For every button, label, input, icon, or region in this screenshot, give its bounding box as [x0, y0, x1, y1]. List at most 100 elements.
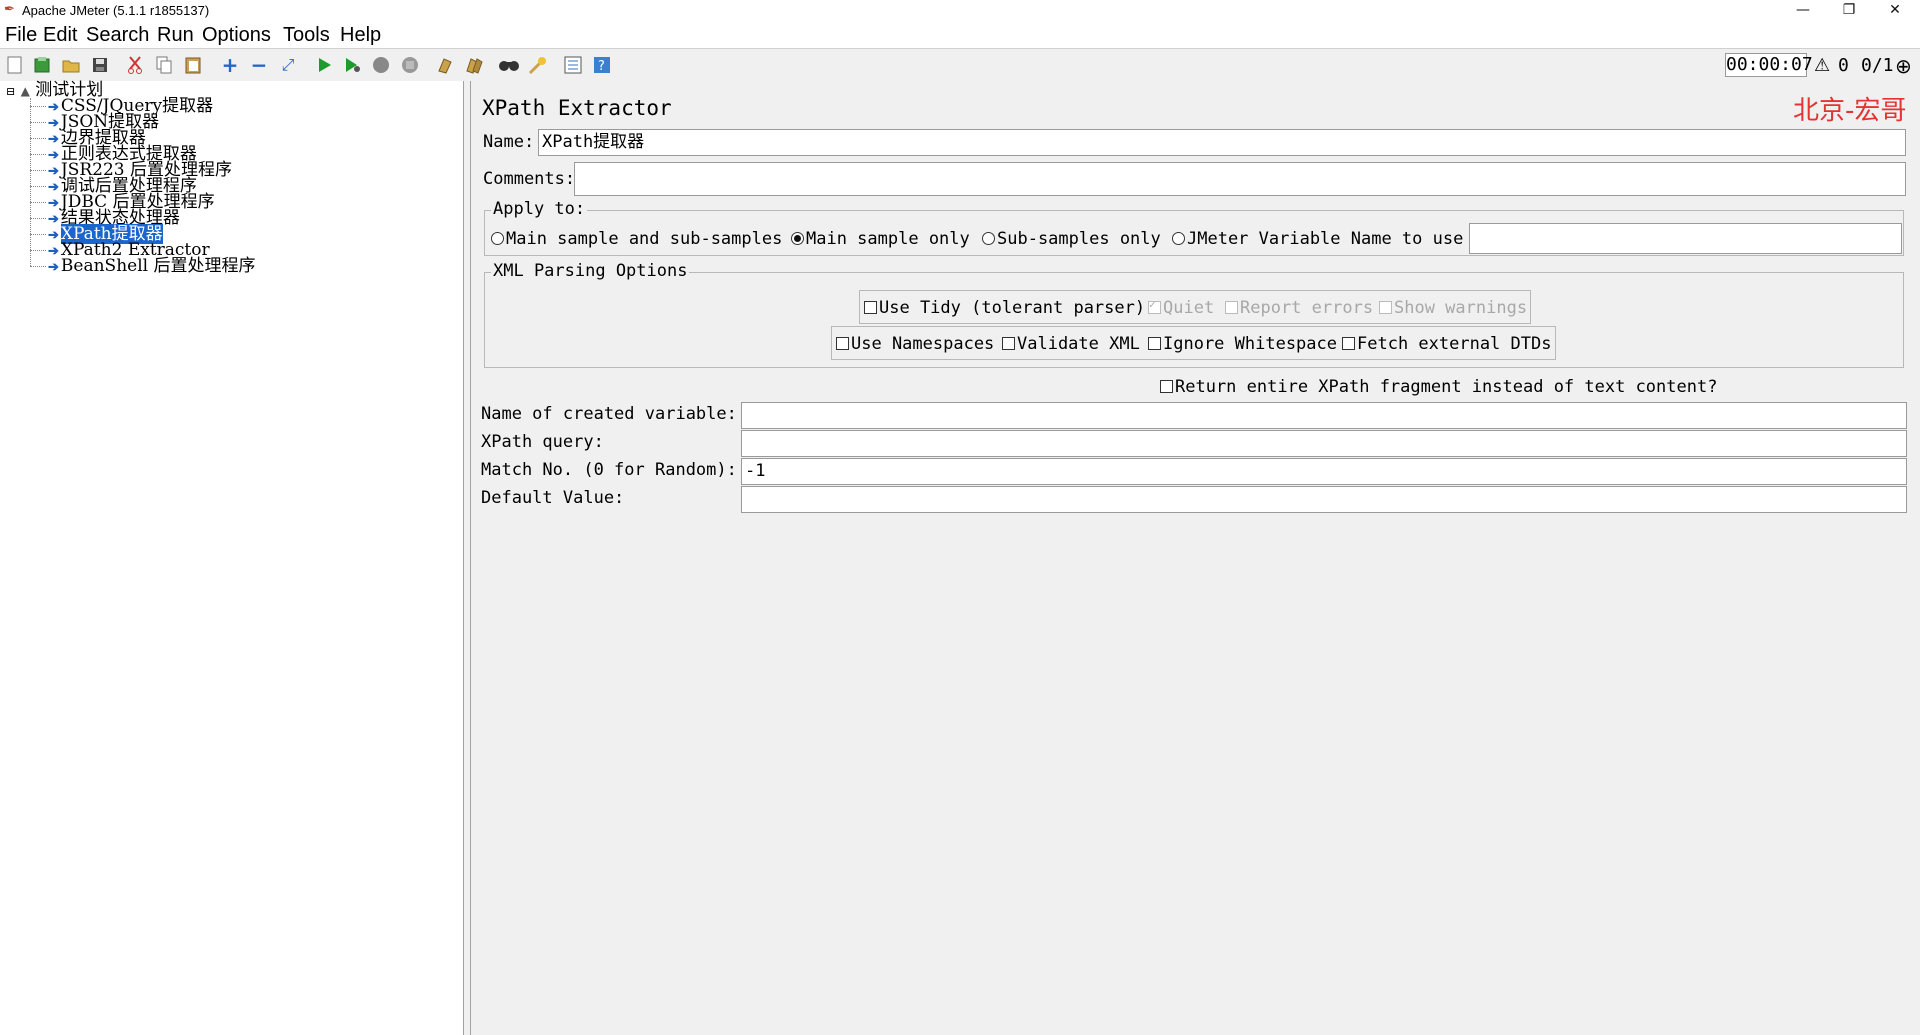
- apply-sub-only-radio[interactable]: Sub-samples only: [982, 229, 1161, 249]
- created-variable-field[interactable]: [741, 402, 1907, 429]
- default-value-field[interactable]: [741, 486, 1907, 513]
- match-no-field[interactable]: -1: [741, 458, 1907, 485]
- return-xpath-fragment-checkbox[interactable]: Return entire XPath fragment instead of …: [1160, 377, 1717, 397]
- cut-icon[interactable]: [124, 54, 146, 76]
- help-icon[interactable]: ?: [591, 54, 613, 76]
- created-variable-label: Name of created variable:: [481, 404, 737, 424]
- post-processor-icon: ➔: [48, 212, 59, 227]
- xml-parsing-legend: XML Parsing Options: [491, 261, 690, 281]
- panel-title: XPath Extractor: [482, 96, 672, 120]
- menu-edit[interactable]: Edit: [43, 24, 77, 47]
- reset-search-icon[interactable]: [527, 54, 549, 76]
- radio-indicator[interactable]: [1172, 232, 1185, 245]
- xpath-query-label: XPath query:: [481, 432, 604, 452]
- start-icon[interactable]: [314, 54, 336, 76]
- apply-jmeter-variable-radio[interactable]: JMeter Variable Name to use: [1172, 229, 1463, 249]
- close-button[interactable]: ✕: [1872, 0, 1918, 22]
- watermark-text: 北京-宏哥: [1793, 96, 1907, 126]
- toggle-icon[interactable]: ⤢: [277, 54, 299, 76]
- post-processor-icon: ➔: [48, 180, 59, 195]
- error-count: 0: [1838, 55, 1849, 76]
- active-threads: 0/1: [1861, 55, 1894, 76]
- tree-branch: [30, 266, 46, 267]
- menu-help[interactable]: Help: [340, 24, 381, 47]
- post-processor-icon: ➔: [48, 132, 59, 147]
- use-tidy-checkbox[interactable]: Use Tidy (tolerant parser): [864, 298, 1145, 318]
- tree-branch: [30, 250, 46, 251]
- test-plan-icon: ▲: [20, 84, 30, 98]
- search-icon[interactable]: [498, 54, 520, 76]
- shutdown-icon[interactable]: [399, 54, 421, 76]
- menu-run[interactable]: Run: [157, 24, 194, 47]
- comments-label: Comments:: [483, 169, 576, 189]
- checkbox-indicator[interactable]: [836, 337, 849, 350]
- post-processor-icon: ➔: [48, 196, 59, 211]
- menu-search[interactable]: Search: [86, 24, 149, 47]
- radio-indicator[interactable]: [491, 232, 504, 245]
- svg-text:?: ?: [598, 59, 605, 74]
- menu-tools[interactable]: Tools: [283, 24, 330, 47]
- tree-item-beanshell-postprocessor[interactable]: ➔ BeanShell 后置处理程序: [48, 258, 255, 276]
- restore-button[interactable]: ❐: [1826, 0, 1872, 22]
- checkbox-indicator[interactable]: [1148, 337, 1161, 350]
- apply-main-only-radio[interactable]: Main sample only: [791, 229, 970, 249]
- tree-branch: [30, 186, 46, 187]
- post-processor-icon: ➔: [48, 148, 59, 163]
- templates-icon[interactable]: [31, 54, 53, 76]
- post-processor-icon: ➔: [48, 100, 59, 115]
- fetch-external-dtds-checkbox[interactable]: Fetch external DTDs: [1342, 334, 1551, 354]
- function-helper-icon[interactable]: [562, 54, 584, 76]
- menu-file[interactable]: File: [5, 24, 37, 47]
- open-icon[interactable]: [60, 54, 82, 76]
- checkbox-indicator[interactable]: [1160, 380, 1173, 393]
- title-bar: ✒ Apache JMeter (5.1.1 r1855137) — ❐ ✕: [0, 0, 1920, 22]
- window-title: Apache JMeter (5.1.1 r1855137): [22, 3, 210, 18]
- minimize-button[interactable]: —: [1780, 0, 1826, 22]
- show-warnings-checkbox: Show warnings: [1379, 298, 1527, 318]
- new-icon[interactable]: [4, 54, 26, 76]
- validate-xml-checkbox[interactable]: Validate XML: [1002, 334, 1140, 354]
- checkbox-indicator[interactable]: [1002, 337, 1015, 350]
- expand-icon[interactable]: +: [219, 53, 241, 77]
- jmeter-variable-field[interactable]: [1469, 223, 1902, 254]
- start-no-pause-icon[interactable]: [342, 54, 364, 76]
- radio-indicator[interactable]: [982, 232, 995, 245]
- tree-branch: [30, 122, 46, 123]
- post-processor-icon: ➔: [48, 260, 59, 275]
- jmeter-feather-icon: ✒: [4, 2, 15, 17]
- name-field[interactable]: XPath提取器: [538, 129, 1906, 156]
- ignore-whitespace-checkbox[interactable]: Ignore Whitespace: [1148, 334, 1337, 354]
- xpath-query-field[interactable]: [741, 430, 1907, 457]
- tree-branch: [30, 234, 46, 235]
- checkbox-indicator[interactable]: [1342, 337, 1355, 350]
- menu-options[interactable]: Options: [202, 24, 271, 47]
- comments-field[interactable]: [574, 162, 1906, 196]
- apply-main-and-sub-radio[interactable]: Main sample and sub-samples: [491, 229, 782, 249]
- tree-branch: [30, 138, 46, 139]
- remote-globe-icon[interactable]: ⊕: [1895, 54, 1912, 78]
- match-no-label: Match No. (0 for Random):: [481, 460, 737, 480]
- toolbar: + − ⤢ ? 00:00:07 ⚠ 0 0/1 ⊕: [0, 48, 1920, 82]
- name-label: Name:: [483, 132, 535, 152]
- checkbox-indicator: [1379, 301, 1392, 314]
- tree-branch: [30, 218, 46, 219]
- clear-icon[interactable]: [434, 54, 456, 76]
- save-icon[interactable]: [89, 54, 111, 76]
- use-namespaces-checkbox[interactable]: Use Namespaces: [836, 334, 994, 354]
- clear-all-icon[interactable]: [463, 54, 485, 76]
- split-pane-divider[interactable]: [464, 81, 471, 1035]
- collapse-toggle-icon[interactable]: ⊟: [6, 85, 15, 98]
- quiet-checkbox: Quiet: [1148, 298, 1214, 318]
- checkbox-indicator[interactable]: [864, 301, 877, 314]
- report-errors-checkbox: Report errors: [1225, 298, 1373, 318]
- radio-indicator[interactable]: [791, 232, 804, 245]
- stop-icon[interactable]: [370, 54, 392, 76]
- tree-connector: [30, 98, 31, 266]
- paste-icon[interactable]: [182, 54, 204, 76]
- checkbox-indicator: [1148, 298, 1161, 314]
- tree-branch: [30, 106, 46, 107]
- tree-branch: [30, 202, 46, 203]
- warning-icon[interactable]: ⚠: [1814, 55, 1830, 76]
- copy-icon[interactable]: [153, 54, 175, 76]
- collapse-icon[interactable]: −: [248, 53, 270, 77]
